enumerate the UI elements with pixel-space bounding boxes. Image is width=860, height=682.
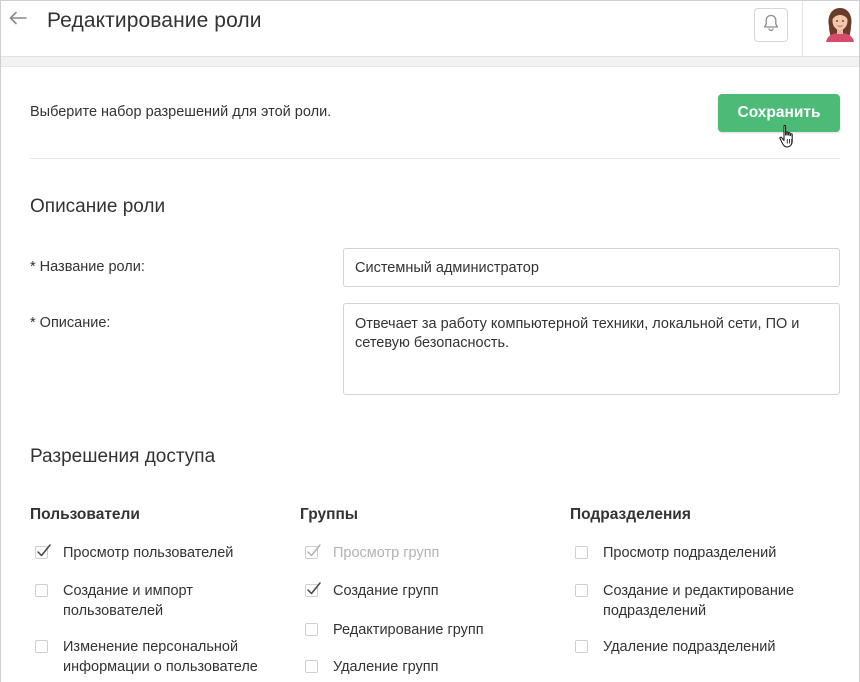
avatar[interactable]: [824, 6, 856, 42]
checkmark-icon: [307, 544, 321, 557]
permission-label: Просмотр групп: [333, 545, 440, 561]
permission-label: Просмотр пользователей: [63, 545, 234, 561]
permission-checkbox[interactable]: [305, 623, 318, 636]
arrow-left-icon: [9, 11, 27, 30]
section-divider: [30, 158, 840, 159]
departments-permission-item[interactable]: Создание и редактирование подразделений: [575, 581, 825, 621]
groups-column-heading: Группы: [300, 506, 359, 523]
header-divider: [802, 1, 803, 57]
permission-checkbox[interactable]: [575, 546, 588, 559]
permission-checkbox[interactable]: [35, 640, 48, 653]
groups-permission-item[interactable]: Удаление групп: [305, 657, 555, 677]
permission-checkbox[interactable]: [575, 584, 588, 597]
bell-icon: [763, 14, 779, 37]
header-strip: [1, 57, 859, 67]
permission-checkbox[interactable]: [35, 584, 48, 597]
page-title: Редактирование роли: [47, 9, 262, 32]
permission-checkbox[interactable]: [305, 582, 321, 597]
permission-label: Редактирование групп: [333, 622, 484, 638]
permission-label: Изменение персональной информации о поль…: [63, 639, 258, 675]
back-button[interactable]: [7, 9, 29, 31]
departments-column-heading: Подразделения: [570, 506, 691, 523]
checkmark-icon: [307, 582, 321, 595]
users-permission-item[interactable]: Изменение персональной информации о поль…: [35, 637, 285, 677]
users-permission-item[interactable]: Просмотр пользователей: [35, 543, 285, 563]
users-column-heading: Пользователи: [30, 506, 140, 523]
departments-permission-item[interactable]: Просмотр подразделений: [575, 543, 825, 563]
role-description-textarea[interactable]: Отвечает за работу компьютерной техники,…: [343, 303, 840, 395]
permission-checkbox: [305, 544, 321, 559]
permission-label: Удаление групп: [333, 659, 439, 675]
groups-permission-item: Просмотр групп: [305, 543, 555, 563]
groups-permission-item[interactable]: Создание групп: [305, 581, 555, 601]
departments-permission-item[interactable]: Удаление подразделений: [575, 637, 825, 657]
permission-label: Создание и импорт пользователей: [63, 583, 193, 619]
users-permission-item[interactable]: Создание и импорт пользователей: [35, 581, 285, 621]
permissions-section-title: Разрешения доступа: [30, 446, 216, 467]
notifications-button[interactable]: [754, 8, 788, 42]
permission-checkbox[interactable]: [35, 544, 51, 559]
role-description-label: * Описание:: [30, 315, 111, 331]
role-name-label: * Название роли:: [30, 259, 145, 275]
hand-pointer-icon: [778, 124, 798, 150]
description-section-title: Описание роли: [30, 196, 166, 217]
intro-text: Выберите набор разрешений для этой роли.: [30, 104, 332, 120]
permission-label: Удаление подразделений: [603, 639, 776, 655]
groups-permission-item[interactable]: Редактирование групп: [305, 620, 555, 640]
permission-checkbox[interactable]: [575, 640, 588, 653]
permission-label: Просмотр подразделений: [603, 545, 777, 561]
app-header: Редактирование роли: [1, 1, 859, 57]
checkmark-icon: [37, 544, 51, 557]
permission-label: Создание и редактирование подразделений: [603, 583, 795, 619]
permission-label: Создание групп: [333, 583, 439, 599]
permission-checkbox[interactable]: [305, 660, 318, 673]
role-name-input[interactable]: Системный администратор: [343, 248, 840, 287]
